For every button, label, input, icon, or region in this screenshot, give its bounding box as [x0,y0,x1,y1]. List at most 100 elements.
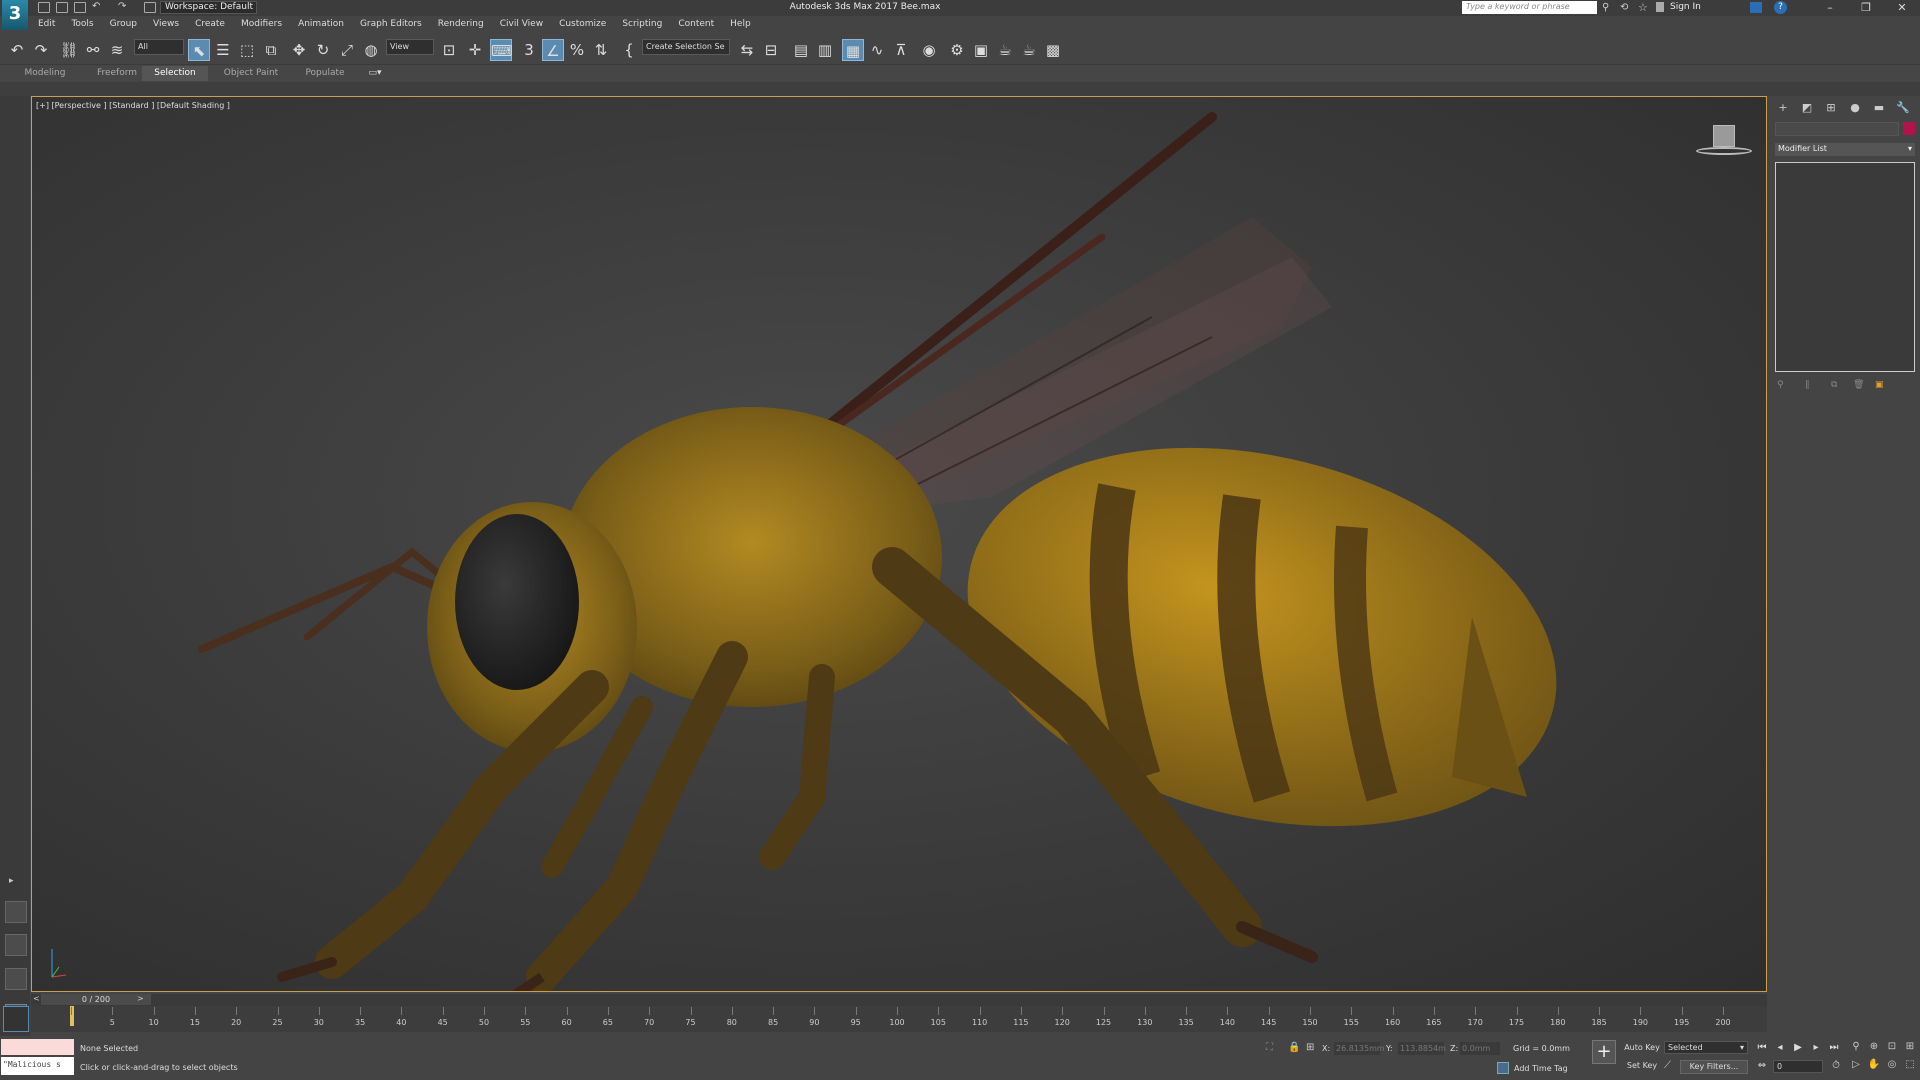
selection-filter-dropdown[interactable]: All [134,39,184,55]
project-folder-icon[interactable] [144,2,156,13]
set-key-button[interactable]: Set Key [1622,1060,1662,1073]
maximize-viewport-icon[interactable]: ⬚ [1902,1058,1918,1072]
prev-frame-icon[interactable]: ◂ [1772,1040,1788,1056]
modifier-list-dropdown[interactable]: Modifier List ▾ [1775,143,1915,156]
undo-icon[interactable]: ↶ [92,2,104,13]
zoom-all-icon[interactable]: ⊕ [1866,1040,1882,1054]
rendered-frame-window-icon[interactable]: ▣ [970,39,992,61]
key-mode-toggle-icon[interactable]: ⇔ [1754,1058,1770,1074]
render-setup-icon[interactable]: ⚙ [946,39,968,61]
bind-space-warp-icon[interactable]: ≋ [106,39,128,61]
spinner-snap-icon[interactable]: ⇅ [590,39,612,61]
modifier-stack[interactable] [1775,162,1915,372]
auto-key-button[interactable]: Auto Key [1622,1042,1662,1055]
favorites-star-icon[interactable]: ☆ [1638,1,1648,14]
save-file-icon[interactable] [74,2,86,13]
scene-explorer-icon[interactable]: ▤ [790,39,812,61]
menu-modifiers[interactable]: Modifiers [233,16,290,29]
track-bar[interactable]: 5 10 15 20 25 30 35 40 45 50 55 60 65 70 75 80 85 90 95 100… [3,1006,1767,1032]
render-production-icon[interactable]: ☕ [994,39,1016,61]
scale-icon[interactable]: ⤢ [336,39,358,61]
select-manipulate-icon[interactable]: ✛ [464,39,486,61]
maxscript-output[interactable]: "Malicious s [1,1057,74,1075]
show-end-result-icon[interactable]: ∥ [1805,380,1810,390]
viewport-layout-button[interactable] [5,901,27,923]
open-file-icon[interactable] [56,2,68,13]
time-slider[interactable]: < 0 / 200 > [31,994,1767,1006]
tab-selection[interactable]: Selection [142,66,208,81]
go-to-end-icon[interactable]: ⏭ [1826,1040,1842,1056]
menu-civil-view[interactable]: Civil View [492,16,551,29]
key-filters-button[interactable]: Key Filters... [1680,1060,1748,1074]
isolate-selection-icon[interactable]: ⛶ [1266,1042,1273,1053]
viewport-layout-button[interactable] [5,968,27,990]
tab-modeling[interactable]: Modeling [10,66,80,81]
menu-rendering[interactable]: Rendering [430,16,492,29]
menu-customize[interactable]: Customize [551,16,614,29]
zoom-extents-icon[interactable]: ⊡ [1884,1040,1900,1054]
menu-create[interactable]: Create [187,16,233,29]
display-tab-icon[interactable]: ▬ [1870,100,1888,116]
add-time-tag[interactable]: Add Time Tag [1514,1064,1568,1073]
selection-lock-icon[interactable]: 🔒 [1288,1042,1300,1053]
zoom-icon[interactable]: ⚲ [1848,1040,1864,1054]
set-keys-button[interactable]: + [1592,1040,1616,1064]
tab-populate[interactable]: Populate [290,66,360,81]
orbit-icon[interactable]: ◎ [1884,1058,1900,1072]
time-tag-icon[interactable] [1497,1062,1509,1074]
viewport-label[interactable]: [+] [Perspective ] [Standard ] [Default … [36,101,230,110]
make-unique-icon[interactable]: ⧉ [1831,380,1837,390]
key-tangent-icon[interactable]: ⟋ [1664,1060,1671,1071]
maxscript-listener-input[interactable] [1,1039,74,1055]
workspace-dropdown[interactable]: Workspace: Default [160,1,257,14]
unlink-icon[interactable]: ⚯ [82,39,104,61]
edit-named-selections-icon[interactable]: { [618,39,640,61]
z-coord-field[interactable]: 0.0mm [1460,1042,1500,1055]
menu-tools[interactable]: Tools [63,16,101,29]
viewcube-ring[interactable] [1696,147,1752,155]
ribbon-options-icon[interactable]: ▭▾ [364,66,386,81]
tab-object-paint[interactable]: Object Paint [216,66,286,81]
angle-snap-icon[interactable]: ∠ [542,39,564,61]
minimize-button[interactable]: – [1812,0,1848,16]
select-object-icon[interactable]: ⬉ [188,39,210,61]
pivot-center-icon[interactable]: ⊡ [438,39,460,61]
help-icon[interactable]: ? [1774,1,1787,14]
binoculars-icon[interactable]: ⚲ [1602,2,1609,13]
zoom-extents-all-icon[interactable]: ⊞ [1902,1040,1918,1054]
time-slider-handle[interactable]: 0 / 200 [41,994,151,1005]
keyboard-shortcut-override-icon[interactable]: ⌨ [490,39,513,61]
autodesk-exchange-icon[interactable] [1750,2,1762,13]
menu-content[interactable]: Content [670,16,722,29]
y-coord-field[interactable]: 113.8854m [1398,1042,1446,1055]
restore-button[interactable]: ❐ [1848,0,1884,16]
motion-tab-icon[interactable]: ● [1846,100,1864,116]
perspective-viewport[interactable]: [+] [Perspective ] [Standard ] [Default … [31,96,1767,992]
modify-tab-icon[interactable]: ◩ [1798,100,1816,116]
schematic-view-icon[interactable]: ⊼ [890,39,912,61]
redo-icon[interactable]: ↷ [30,39,52,61]
subscription-icon[interactable]: ⟲ [1620,2,1628,13]
play-icon[interactable]: ▶ [1790,1040,1806,1056]
redo-icon[interactable]: ↷ [118,2,130,13]
object-color-swatch[interactable] [1903,122,1915,135]
object-name-field[interactable] [1775,122,1899,136]
toggle-ribbon-icon[interactable]: ▦ [842,39,864,61]
pan-icon[interactable]: ✋ [1866,1058,1882,1072]
render-iterative-icon[interactable]: ☕ [1018,39,1040,61]
menu-edit[interactable]: Edit [30,16,63,29]
new-file-icon[interactable] [38,2,50,13]
window-crossing-icon[interactable]: ⧉ [260,39,282,61]
next-frame-arrow-icon[interactable]: > [137,994,144,1003]
absolute-mode-icon[interactable]: ⊞ [1306,1042,1314,1053]
undo-icon[interactable]: ↶ [6,39,28,61]
menu-views[interactable]: Views [145,16,187,29]
pin-stack-icon[interactable]: ⚲ [1777,380,1784,390]
field-of-view-icon[interactable]: ▷ [1848,1058,1864,1072]
menu-animation[interactable]: Animation [290,16,352,29]
snaps-toggle-icon[interactable]: 3 [518,39,540,61]
time-configuration-icon[interactable]: ⏱ [1828,1058,1844,1074]
go-to-start-icon[interactable]: ⏮ [1754,1040,1770,1056]
expand-arrow-icon[interactable]: ▸ [9,876,14,886]
mirror-icon[interactable]: ⇆ [736,39,758,61]
